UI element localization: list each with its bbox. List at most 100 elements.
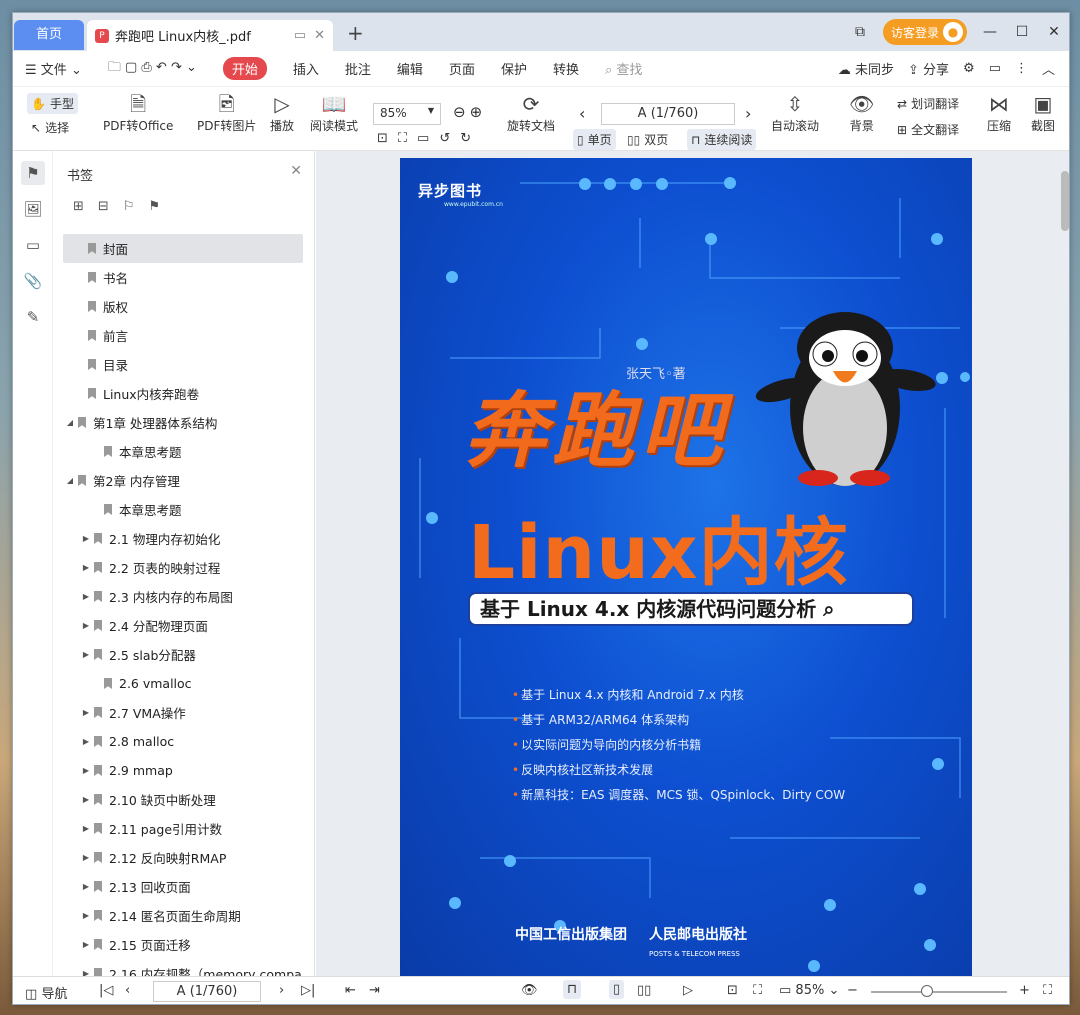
auto-scroll-button[interactable]: ⇳ 自动滚动 xyxy=(771,91,819,134)
close-window-button[interactable]: ✕ xyxy=(1045,24,1063,40)
first-page-icon[interactable]: |◁ xyxy=(99,983,113,998)
expand-toggle-icon[interactable]: ▶ xyxy=(81,766,91,775)
fullscreen-icon[interactable]: ⛶ xyxy=(1043,983,1052,998)
menu-start[interactable]: 开始 xyxy=(222,57,267,80)
close-icon[interactable]: ✕ xyxy=(290,163,302,179)
bookmark-item[interactable]: ▶ 2.14 匿名页面生命周期 xyxy=(63,901,303,930)
expand-toggle-icon[interactable]: ▶ xyxy=(81,708,91,717)
bookmark-item[interactable]: Linux内核奔跑卷 xyxy=(63,379,303,408)
bookmark-item[interactable]: ◢ 第1章 处理器体系结构 xyxy=(63,408,303,437)
single-mode-icon[interactable]: ▯ xyxy=(609,980,625,999)
bookmark-item[interactable]: 2.6 vmalloc xyxy=(63,669,303,698)
bookmark-item[interactable]: ▶ 2.10 缺页中断处理 xyxy=(63,785,303,814)
expand-toggle-icon[interactable]: ▶ xyxy=(81,737,91,746)
expand-toggle-icon[interactable]: ▶ xyxy=(81,534,91,543)
expand-toggle-icon[interactable]: ◢ xyxy=(65,418,75,427)
add-bookmark-icon[interactable]: ⚐ xyxy=(123,199,135,214)
last-page-icon[interactable]: ▷| xyxy=(301,983,315,998)
zoom-out-icon[interactable]: ⊖ xyxy=(453,103,466,121)
fit-status-icon[interactable]: ⛶ xyxy=(753,983,762,998)
next-page-button[interactable]: › xyxy=(745,104,751,123)
close-tab-icon[interactable]: ✕ xyxy=(314,28,325,43)
collapse-icon[interactable]: ︿ xyxy=(1042,59,1055,78)
expand-toggle-icon[interactable]: ▶ xyxy=(81,824,91,833)
continuous-read-button[interactable]: ⊓ 连续阅读 xyxy=(687,129,757,150)
menu-protect[interactable]: 保护 xyxy=(501,59,527,78)
expand-toggle-icon[interactable]: ▶ xyxy=(81,853,91,862)
expand-toggle-icon[interactable]: ▶ xyxy=(81,795,91,804)
expand-toggle-icon[interactable]: ▶ xyxy=(81,621,91,630)
expand-toggle-icon[interactable]: ▶ xyxy=(81,592,91,601)
fit-width-icon[interactable]: ▭ xyxy=(417,131,429,146)
status-page-input[interactable]: A (1/760) xyxy=(153,981,261,1002)
rotate-document-button[interactable]: ⟳ 旋转文档 xyxy=(507,91,555,134)
bookmark-item[interactable]: ▶ 2.3 内核内存的布局图 xyxy=(63,582,303,611)
menu-file[interactable]: ☰ 文件 ⌄ xyxy=(25,59,82,78)
minimize-button[interactable]: — xyxy=(981,24,999,40)
expand-toggle-icon[interactable]: ▶ xyxy=(81,911,91,920)
bookmark-item[interactable]: ▶ 2.13 回收页面 xyxy=(63,872,303,901)
tab-document[interactable]: P 奔跑吧 Linux内核_.pdf ▭ ✕ xyxy=(87,20,333,51)
bookmark-item[interactable]: ▶ 2.7 VMA操作 xyxy=(63,698,303,727)
bookmark-item[interactable]: 目录 xyxy=(63,350,303,379)
comment-icon[interactable]: ▭ xyxy=(989,61,1001,76)
bookmark-item[interactable]: ▶ 2.11 page引用计数 xyxy=(63,814,303,843)
quick-tools[interactable]: 🗀 ▢ ⎙ ↶ ↷ ⌄ xyxy=(108,58,197,80)
bookmark-item[interactable]: ▶ 2.2 页表的映射过程 xyxy=(63,553,303,582)
double-page-button[interactable]: ▯▯ 双页 xyxy=(627,131,668,148)
sync-button[interactable]: ☁ 未同步 xyxy=(838,59,894,78)
menu-page[interactable]: 页面 xyxy=(449,59,475,78)
prev-page-icon[interactable]: ‹ xyxy=(125,983,130,998)
share-button[interactable]: ⇪ 分享 xyxy=(908,59,949,78)
actual-size-icon[interactable]: ⊡ xyxy=(377,131,388,146)
signature-icon[interactable]: ✎ xyxy=(21,305,45,329)
zoom-slider[interactable] xyxy=(871,991,1007,993)
hand-tool-button[interactable]: ✋ 手型 xyxy=(27,93,78,114)
bookmark-icon[interactable]: ⚑ xyxy=(21,161,45,185)
zoom-in-button[interactable]: + xyxy=(1019,983,1030,998)
pdf-to-image-button[interactable]: 🖻 PDF转图片 xyxy=(197,91,256,134)
bookmark-item[interactable]: ▶ 2.1 物理内存初始化 xyxy=(63,524,303,553)
bookmark-item[interactable]: 本章思考题 xyxy=(63,495,303,524)
zoom-in-icon[interactable]: ⊕ xyxy=(470,103,483,121)
document-viewer[interactable]: 异步图书 www.epubit.com.cn 张天飞◦著 奔跑吧 Linux内核… xyxy=(316,151,1069,976)
bookmark-item[interactable]: 本章思考题 xyxy=(63,437,303,466)
bookmark-settings-icon[interactable]: ⚑ xyxy=(148,199,160,214)
zoom-select[interactable]: 85% ▼ xyxy=(373,103,441,125)
bookmark-item[interactable]: ▶ 2.8 malloc xyxy=(63,727,303,756)
pdf-to-office-button[interactable]: 🗎 PDF转Office xyxy=(103,91,173,134)
tab-home[interactable]: 首页 xyxy=(14,20,84,50)
single-page-button[interactable]: ▯ 单页 xyxy=(573,129,616,150)
fit-page-icon[interactable]: ⛶ xyxy=(398,131,407,146)
menu-annotate[interactable]: 批注 xyxy=(345,59,371,78)
next-page-icon[interactable]: › xyxy=(279,983,284,998)
bookmark-item[interactable]: 版权 xyxy=(63,292,303,321)
screenshot-button[interactable]: ▣ 截图 xyxy=(1025,91,1061,134)
login-button[interactable]: 访客登录 ● xyxy=(882,19,967,45)
continuous-mode-icon[interactable]: ⊓ xyxy=(563,980,582,999)
maximize-button[interactable]: ☐ xyxy=(1013,24,1031,40)
collapse-all-icon[interactable]: ⊟ xyxy=(98,199,109,214)
thumbnail-icon[interactable]: 🖼 xyxy=(21,197,45,221)
rotate-left-icon[interactable]: ↺ xyxy=(439,131,450,146)
eye-mode-icon[interactable]: 👁 xyxy=(521,983,538,998)
bookmark-item[interactable]: ◢ 第2章 内存管理 xyxy=(63,466,303,495)
expand-toggle-icon[interactable]: ▶ xyxy=(81,650,91,659)
tab-count-icon[interactable]: ⧉ xyxy=(851,24,869,40)
zoom-slider-knob[interactable] xyxy=(921,985,933,997)
comment-panel-icon[interactable]: ▭ xyxy=(21,233,45,257)
attachment-icon[interactable]: 📎 xyxy=(21,269,45,293)
page-number-input[interactable]: A (1/760) xyxy=(601,103,735,125)
compress-button[interactable]: ⋈ 压缩 xyxy=(987,91,1011,134)
expand-toggle-icon[interactable]: ◢ xyxy=(65,476,75,485)
word-translate-button[interactable]: ⇄ 划词翻译 xyxy=(897,95,959,112)
select-tool-button[interactable]: ↖ 选择 xyxy=(31,119,69,136)
expand-toggle-icon[interactable]: ▶ xyxy=(81,563,91,572)
expand-all-icon[interactable]: ⊞ xyxy=(73,199,84,214)
actual-size-status-icon[interactable]: ⊡ xyxy=(727,983,738,998)
pin-icon[interactable]: ▭ xyxy=(294,28,306,43)
nav-button[interactable]: ◫ 导航 xyxy=(25,983,67,1002)
expand-toggle-icon[interactable]: ▶ xyxy=(81,882,91,891)
bookmark-item[interactable]: 前言 xyxy=(63,321,303,350)
prev-page-button[interactable]: ‹ xyxy=(579,104,585,123)
